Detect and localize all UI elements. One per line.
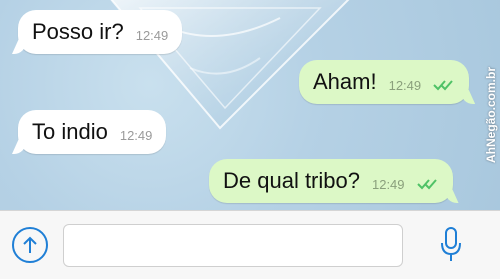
message-time: 12:49 (119, 127, 153, 143)
message-time: 12:49 (388, 77, 422, 93)
double-check-icon (416, 179, 437, 190)
attach-button[interactable] (12, 227, 48, 263)
message-text: Aham! (313, 69, 377, 94)
message-time: 12:49 (135, 27, 169, 43)
arrow-up-circle-icon (23, 236, 37, 253)
message-text: Posso ir? (32, 19, 124, 44)
watermark: AhNegão.com.br (480, 30, 500, 200)
microphone-icon (441, 227, 461, 261)
microphone-button[interactable] (438, 225, 464, 265)
watermark-text: AhNegão.com.br (484, 66, 499, 164)
message-text: De qual tribo? (223, 168, 360, 193)
message-time: 12:49 (371, 176, 405, 192)
double-check-icon (433, 80, 453, 91)
message-bubble-incoming[interactable]: Posso ir? 12:49 (18, 10, 183, 54)
chat-area: Posso ir? 12:49 Aham! 12:49 To indio 12:… (0, 0, 500, 210)
message-bubble-outgoing[interactable]: De qual tribo? 12:49 (209, 159, 453, 203)
message-bubble-outgoing[interactable]: Aham! 12:49 (299, 60, 470, 104)
message-text: To indio (32, 119, 108, 144)
message-composer (0, 210, 500, 279)
message-bubble-incoming[interactable]: To indio 12:49 (18, 110, 167, 154)
message-input[interactable] (63, 224, 403, 267)
